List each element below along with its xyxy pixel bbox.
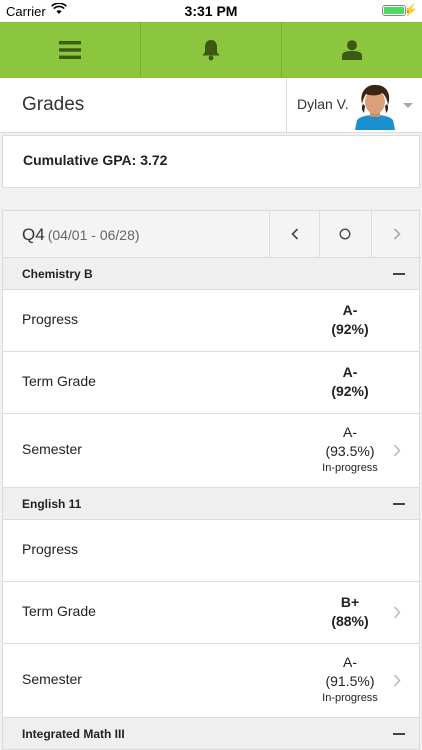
collapse-icon[interactable] [393, 503, 405, 505]
row-label: Semester [22, 441, 82, 457]
grade-value: A- (93.5%) In-progress [303, 423, 397, 475]
chevron-right-icon [393, 444, 401, 457]
grade-row-semester[interactable]: Semester A- (91.5%) In-progress [3, 644, 419, 718]
user-icon [342, 40, 362, 60]
top-toolbar [0, 22, 422, 78]
grade-row-semester[interactable]: Semester A- (93.5%) In-progress [3, 414, 419, 488]
grades-panel: Q4 (04/01 - 06/28) Chemistry B Progress A… [2, 210, 420, 750]
status-bar: Carrier 3:31 PM ⚡ [0, 0, 422, 22]
profile-button[interactable] [282, 22, 422, 78]
grade-row-term[interactable]: Term Grade B+ (88%) [3, 582, 419, 644]
row-label: Progress [22, 311, 79, 327]
chevron-left-icon [291, 228, 299, 240]
letter-grade: A- [343, 424, 357, 440]
next-term-button[interactable] [371, 211, 422, 257]
grade-value: A- (92%) [303, 301, 397, 339]
avatar [351, 82, 399, 130]
collapse-icon[interactable] [393, 733, 405, 735]
letter-grade: B+ [340, 594, 360, 610]
course-header[interactable]: Integrated Math III [3, 718, 419, 750]
letter-grade: A- [342, 364, 358, 380]
term-bar: Q4 (04/01 - 06/28) [3, 211, 419, 258]
grade-value: A- (92%) [303, 363, 397, 401]
term-label: Q4 (04/01 - 06/28) [22, 225, 140, 245]
letter-grade: A- [342, 302, 358, 318]
current-term-button[interactable] [319, 211, 370, 257]
row-label: Progress [22, 541, 79, 557]
course-header[interactable]: Chemistry B [3, 258, 419, 290]
bell-icon [202, 40, 220, 61]
gpa-card: Cumulative GPA: 3.72 [2, 135, 420, 188]
course-name: Integrated Math III [22, 727, 125, 741]
letter-grade: A- [343, 654, 357, 670]
course-name: English 11 [22, 497, 82, 511]
grade-row: Term Grade A- (92%) [3, 352, 419, 414]
row-label: Term Grade [22, 373, 96, 389]
collapse-icon[interactable] [393, 273, 405, 275]
student-name: Dylan V. [297, 96, 349, 112]
row-label: Semester [22, 671, 82, 687]
status-time: 3:31 PM [184, 3, 238, 19]
row-label: Term Grade [22, 603, 96, 619]
grade-percent: (92%) [331, 321, 369, 337]
grade-row: Progress A- (92%) [3, 290, 419, 352]
page-title: Grades [22, 94, 85, 115]
grade-value: A- (91.5%) In-progress [303, 653, 397, 705]
grade-percent: (92%) [331, 383, 369, 399]
grade-row: Progress [3, 520, 419, 582]
grade-percent: (88%) [331, 613, 369, 629]
menu-icon [59, 41, 81, 59]
chevron-right-icon [393, 606, 401, 619]
chevron-down-icon [403, 103, 413, 108]
circle-icon [339, 228, 351, 240]
previous-term-button[interactable] [269, 211, 320, 257]
grade-value: B+ (88%) [303, 593, 397, 631]
cumulative-gpa: Cumulative GPA: 3.72 [23, 152, 168, 168]
student-selector[interactable]: Dylan V. [286, 78, 422, 132]
term-date-range: (04/01 - 06/28) [47, 227, 140, 243]
course-header[interactable]: English 11 [3, 488, 419, 520]
chevron-right-icon [393, 674, 401, 687]
notifications-button[interactable] [141, 22, 282, 78]
charging-icon: ⚡ [403, 3, 418, 17]
page-header: Grades Dylan V. [0, 78, 422, 133]
grade-percent: (91.5%) [325, 673, 375, 689]
grade-status: In-progress [322, 692, 378, 704]
menu-button[interactable] [0, 22, 141, 78]
term-name: Q4 [22, 225, 45, 244]
course-name: Chemistry B [22, 267, 93, 281]
grade-status: In-progress [322, 462, 378, 474]
chevron-right-icon [393, 228, 401, 240]
grade-percent: (93.5%) [325, 443, 375, 459]
